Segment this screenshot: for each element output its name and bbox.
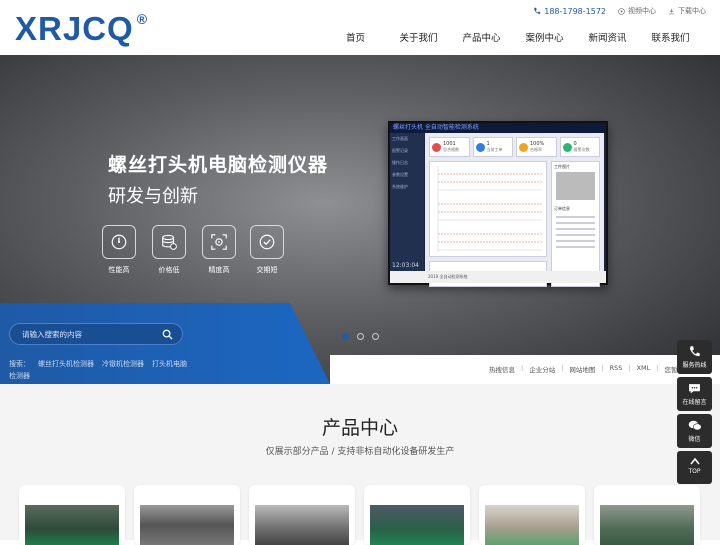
software-title: 螺丝打头机 全自动智能检测系统 [390,123,606,133]
section-subtitle: 仅展示部分产品 / 支持非标自动化设备研发生产 [265,447,455,457]
software-clock: 12:03:04 [392,262,419,269]
float-message[interactable]: 在线留言 [677,377,712,411]
product-card[interactable] [249,485,355,545]
product-card[interactable] [19,485,125,545]
link-xml[interactable]: XML [637,364,651,374]
download-icon [669,8,674,14]
product-image [600,505,694,545]
keyword-link[interactable]: 螺丝打头机检测器 [38,360,94,368]
software-menu-item: 报警记录 [392,148,408,153]
software-stat: 1001 总合格数 [429,137,470,157]
feature-price: 价格低 [151,225,187,275]
slider-dots [342,333,379,340]
product-card[interactable] [479,485,585,545]
software-main: 1001总合格数 1当前工单 100%合格率 0报警次数 WaitComm...… [425,133,604,287]
search-icon[interactable] [162,329,173,340]
software-menu-item: 系统维护 [392,184,408,189]
software-info-panel: 工件图片 订单信息 [551,161,600,287]
product-card[interactable] [364,485,470,545]
main-nav: 首页 关于我们 产品中心 案例中心 新闻资讯 联系我们 [324,30,702,44]
coins-icon [162,234,177,250]
link-branches[interactable]: 企业分站 [529,364,555,374]
software-stat: 1 当前工单 [472,137,513,157]
slider-dot[interactable] [372,333,379,340]
clock-check-icon [259,234,275,250]
play-icon [618,7,625,15]
product-image [370,505,464,545]
footer-links: 热搜信息| 企业分站| 网站地图| RSS| XML| 您暂无新信息 [489,364,703,374]
software-menu-item: 工作画面 [392,136,408,141]
nav-cases[interactable]: 案例中心 [513,30,576,44]
banner-title: 螺丝打头机电脑检测仪器 [108,154,329,176]
nav-products[interactable]: 产品中心 [450,30,513,44]
product-image [25,505,119,545]
link-sitemap[interactable]: 网站地图 [569,364,595,374]
software-stat: 0 报警次数 [559,137,600,157]
video-center-link[interactable]: 视频中心 [618,6,656,16]
feature-delivery: 交期短 [249,225,285,275]
banner-subtitle: 研发与创新 [108,186,198,207]
software-menu-item: 操作日志 [392,160,408,165]
software-footer: 2019 全自动检测系统 [390,271,606,283]
keyword-link[interactable]: 冷镦机检测器 [102,360,144,368]
search-input[interactable] [22,329,162,339]
software-menu-item: 参数设置 [392,172,408,177]
search-box [9,323,183,345]
link-hot-info[interactable]: 热搜信息 [489,364,515,374]
site-header: XRJCQ ® 188-1798-1572 视频中心 下载中心 首页 关于我们 产… [0,0,720,55]
link-rss[interactable]: RSS [610,364,623,374]
phone-icon [689,346,700,357]
product-section: 产品中心 仅展示部分产品 / 支持非标自动化设备研发生产 [0,384,720,545]
feature-performance: 性能高 [101,225,137,275]
phone-icon [534,7,541,14]
nav-home[interactable]: 首页 [324,30,387,44]
gauge-icon [111,234,127,250]
waveform-chart [437,166,542,252]
keywords-label: 搜索： [9,360,30,368]
chat-bubble-icon [689,384,700,394]
keyword-link[interactable]: 打头机电脑检测器 [9,360,187,380]
product-card[interactable] [594,485,700,545]
software-waveform-panel [429,161,547,257]
hero-banner: 螺丝打头机电脑检测仪器 研发与创新 性能高 价格低 精度高 交期短 螺丝打头机 … [0,55,720,384]
float-hotline[interactable]: 服务热线 [677,340,712,374]
phone-link[interactable]: 188-1798-1572 [533,7,606,16]
hot-keywords: 搜索： 螺丝打头机检测器 冷镦机检测器 打头机电脑检测器 [9,358,191,382]
float-top[interactable]: TOP [677,451,712,484]
nav-news[interactable]: 新闻资讯 [576,30,639,44]
product-card[interactable] [134,485,240,545]
target-icon [211,234,227,250]
nav-contact[interactable]: 联系我们 [639,30,702,44]
slider-dot[interactable] [342,333,349,340]
software-screenshot: 螺丝打头机 全自动智能检测系统 工作画面 报警记录 操作日志 参数设置 系统维护… [388,121,608,287]
float-wechat[interactable]: 微信 [677,414,712,448]
product-image [485,505,579,545]
top-utility-bar: 188-1798-1572 视频中心 下载中心 [533,6,706,16]
product-image [140,505,234,545]
feature-precision: 精度高 [201,225,237,275]
wechat-icon [688,420,702,431]
nav-about[interactable]: 关于我们 [387,30,450,44]
slider-dot[interactable] [357,333,364,340]
logo[interactable]: XRJCQ ® [15,10,148,48]
download-center-link[interactable]: 下载中心 [668,6,706,16]
product-image [255,505,349,545]
software-stat: 100% 合格率 [516,137,557,157]
software-menu: 工作画面 报警记录 操作日志 参数设置 系统维护 [390,133,424,271]
section-title: 产品中心 [321,417,398,439]
arrow-up-icon [689,457,700,465]
